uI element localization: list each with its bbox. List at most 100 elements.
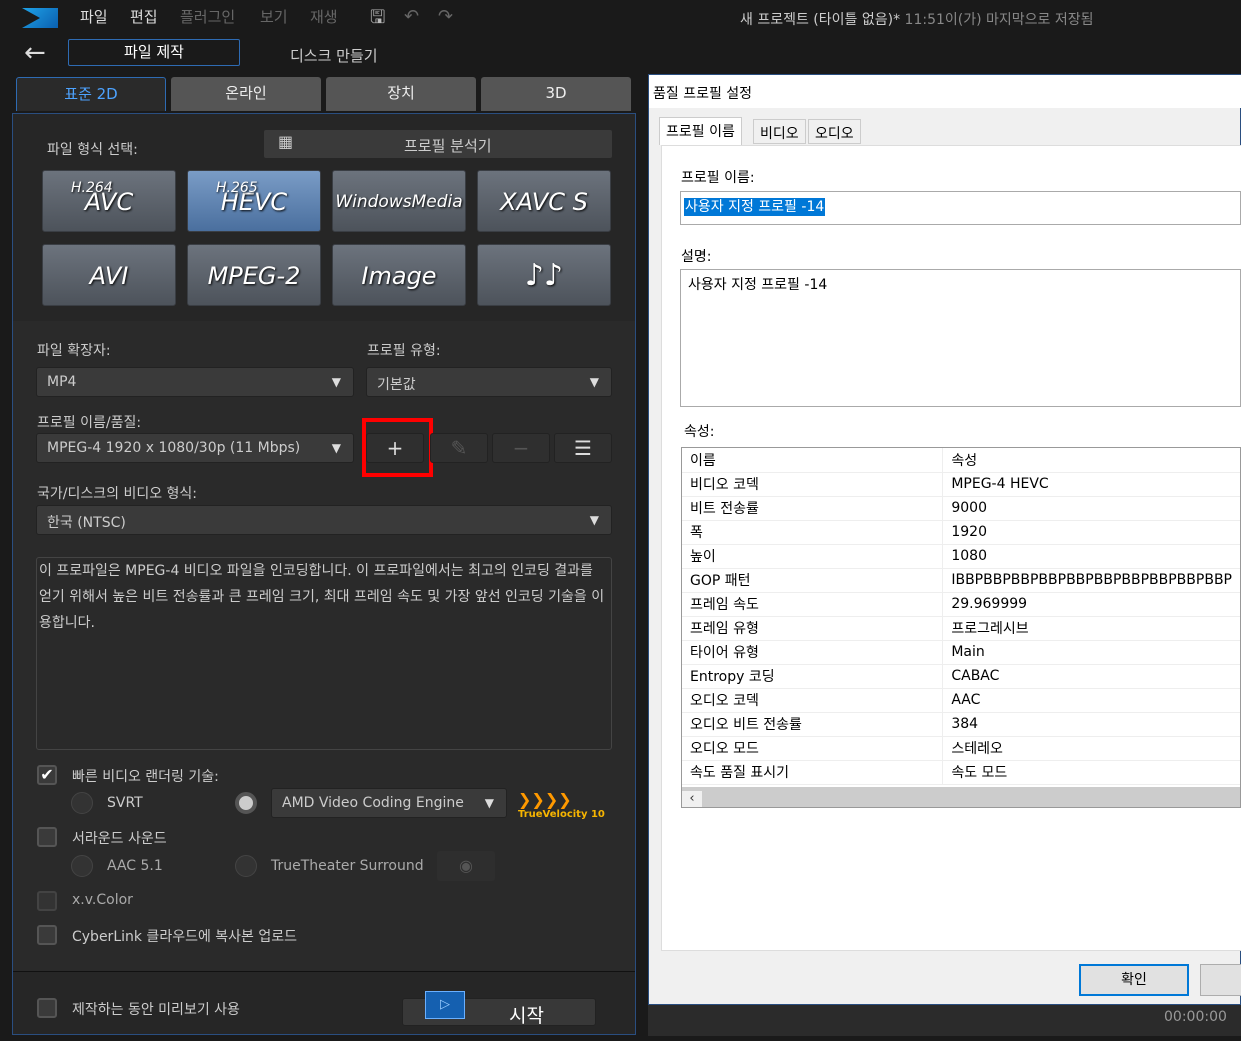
dialog-tab-profile-name[interactable]: 프로필 이름 — [659, 117, 742, 145]
tab-standard-2d[interactable]: 표준 2D — [16, 77, 166, 111]
table-row[interactable]: 오디오 코덱 AAC — [682, 688, 1240, 713]
profile-type-dropdown[interactable]: 기본값 ▼ — [366, 367, 612, 397]
profile-details-button[interactable]: ☰ — [554, 433, 612, 463]
dialog-title: 품질 프로필 설정 — [653, 86, 753, 102]
attribute-value: IBBPBBPBBPBBPBBPBBPBBPBBPBBPBBP — [942, 568, 1240, 593]
back-arrow-icon[interactable]: ← — [24, 38, 46, 68]
description-textarea[interactable]: 사용자 지정 프로필 -14 — [680, 269, 1241, 407]
create-disc-tab[interactable]: 디스크 만들기 — [290, 45, 378, 66]
menu-plugin[interactable]: 플러그인 — [180, 6, 235, 27]
truetheater-radio[interactable] — [235, 855, 257, 877]
svrt-label: SVRT — [107, 795, 143, 811]
table-row[interactable]: 타이어 유형 Main — [682, 640, 1240, 665]
format-hevc[interactable]: H.265 HEVC — [187, 170, 321, 232]
horizontal-scrollbar[interactable]: ‹ — [682, 787, 1240, 807]
redo-icon[interactable]: ↷ — [438, 6, 453, 27]
table-row[interactable]: Entropy 코딩 CABAC — [682, 664, 1240, 689]
format-image[interactable]: Image — [332, 244, 466, 306]
ext-label: 파일 확장자: — [37, 343, 111, 359]
profile-name-dropdown[interactable]: MPEG-4 1920 x 1080/30p (11 Mbps) ▼ — [36, 433, 354, 463]
profile-description: 이 프로파일은 MPEG-4 비디오 파일을 인코딩합니다. 이 프로파일에서는… — [36, 557, 612, 750]
table-row[interactable]: 속도 품질 표시기 속도 모드 — [682, 760, 1240, 785]
format-windowsmedia[interactable]: WindowsMedia — [332, 170, 466, 232]
ext-dropdown[interactable]: MP4 ▼ — [36, 367, 354, 397]
film-icon: ▦ — [278, 132, 294, 151]
hardware-radio[interactable] — [235, 792, 257, 814]
format-xavcs[interactable]: XAVC S — [477, 170, 611, 232]
table-row[interactable]: 높이 1080 — [682, 544, 1240, 569]
region-dropdown[interactable]: 한국 (NTSC) ▼ — [36, 505, 612, 535]
chevron-down-icon: ▼ — [484, 796, 494, 810]
tab-3d[interactable]: 3D — [481, 77, 631, 111]
dialog-tab-audio[interactable]: 오디오 — [808, 119, 861, 144]
header-name: 이름 — [682, 448, 944, 473]
attribute-value: 29.969999 — [942, 592, 1240, 617]
attribute-name: 프레임 속도 — [682, 592, 944, 617]
chevron-down-icon: ▼ — [589, 375, 599, 389]
timecode: 00:00:00 — [1164, 1009, 1227, 1025]
scroll-left-icon[interactable]: ‹ — [682, 791, 702, 807]
cloud-upload-label: CyberLink 클라우드에 복사본 업로드 — [72, 929, 298, 945]
xvcolor-checkbox[interactable] — [37, 891, 57, 911]
tab-online[interactable]: 온라인 — [171, 77, 321, 111]
attribute-name: 비트 전송률 — [682, 496, 944, 521]
attribute-name: 오디오 코덱 — [682, 688, 944, 713]
region-label: 국가/디스크의 비디오 형식: — [37, 486, 198, 502]
encoder-dropdown[interactable]: AMD Video Coding Engine ▼ — [271, 788, 507, 818]
cloud-upload-checkbox[interactable] — [37, 925, 57, 945]
format-label: 파일 형식 선택: — [47, 142, 138, 158]
table-row[interactable]: 비디오 코덱 MPEG-4 HEVC — [682, 472, 1240, 497]
format-avc[interactable]: H.264 AVC — [42, 170, 176, 232]
save-time: 11:51이(가) 마지막으로 저장됨 — [904, 12, 1094, 28]
attribute-name: 타이어 유형 — [682, 640, 944, 665]
attribute-value: 9000 — [942, 496, 1240, 521]
tab-device[interactable]: 장치 — [326, 77, 476, 111]
profile-analyzer-button[interactable]: ▦ 프로필 분석기 — [264, 130, 612, 158]
attribute-value: MPEG-4 HEVC — [942, 472, 1240, 497]
svrt-radio[interactable] — [71, 792, 93, 814]
table-row[interactable]: GOP 패턴 IBBPBBPBBPBBPBBPBBPBBPBBPBBPBBP — [682, 568, 1240, 593]
format-avi[interactable]: AVI — [42, 244, 176, 306]
attributes-label: 속성: — [684, 424, 715, 440]
profile-name-label: 프로필 이름/품질: — [37, 415, 142, 431]
remove-profile-button[interactable]: − — [492, 433, 550, 463]
table-row[interactable]: 오디오 모드 스테레오 — [682, 736, 1240, 761]
project-title: 새 프로젝트 (타이틀 없음)* — [740, 12, 901, 28]
aac-label: AAC 5.1 — [107, 858, 163, 874]
table-header: 이름 속성 — [682, 448, 1240, 473]
attribute-value: Main — [942, 640, 1240, 665]
xvcolor-label: x.v.Color — [72, 892, 133, 908]
table-row[interactable]: 프레임 속도 29.969999 — [682, 592, 1240, 617]
edit-profile-button[interactable]: ✎ — [430, 433, 488, 463]
dialog-tab-video[interactable]: 비디오 — [753, 119, 806, 144]
menu-play[interactable]: 재생 — [310, 6, 338, 27]
cancel-button[interactable] — [1200, 964, 1241, 996]
menu-file[interactable]: 파일 — [80, 6, 108, 27]
fast-render-checkbox[interactable]: ✔ — [37, 765, 57, 785]
surround-settings-button[interactable]: ◉ — [437, 851, 495, 881]
undo-icon[interactable]: ↶ — [404, 6, 419, 27]
attribute-name: 비디오 코덱 — [682, 472, 944, 497]
project-status: 새 프로젝트 (타이틀 없음)* 11:51이(가) 마지막으로 저장됨 — [740, 9, 1094, 29]
surround-checkbox[interactable] — [37, 827, 57, 847]
produce-file-tab[interactable]: 파일 제작 — [68, 39, 240, 66]
menu-view[interactable]: 보기 — [260, 6, 288, 27]
attribute-value: 프로그레시브 — [942, 616, 1240, 641]
table-row[interactable]: 프레임 유형 프로그레시브 — [682, 616, 1240, 641]
surround-label: 서라운드 사운드 — [72, 831, 167, 847]
format-audio[interactable]: ♪♪ — [477, 244, 611, 306]
menu-edit[interactable]: 편집 — [130, 6, 158, 27]
analyzer-label: 프로필 분석기 — [404, 137, 492, 155]
profile-name-input[interactable]: 사용자 지정 프로필 -14 — [680, 191, 1241, 225]
format-mpeg2[interactable]: MPEG-2 — [187, 244, 321, 306]
save-icon[interactable]: 🖫 — [370, 5, 385, 35]
table-row[interactable]: 오디오 비트 전송률 384 — [682, 712, 1240, 737]
table-row[interactable]: 폭 1920 — [682, 520, 1240, 545]
highlight-box — [362, 418, 433, 477]
aac-radio[interactable] — [71, 855, 93, 877]
attribute-name: 폭 — [682, 520, 944, 545]
table-row[interactable]: 비트 전송률 9000 — [682, 496, 1240, 521]
ok-button[interactable]: 확인 — [1079, 964, 1189, 996]
preview-checkbox[interactable] — [37, 998, 57, 1018]
profile-type-label: 프로필 유형: — [367, 343, 441, 359]
